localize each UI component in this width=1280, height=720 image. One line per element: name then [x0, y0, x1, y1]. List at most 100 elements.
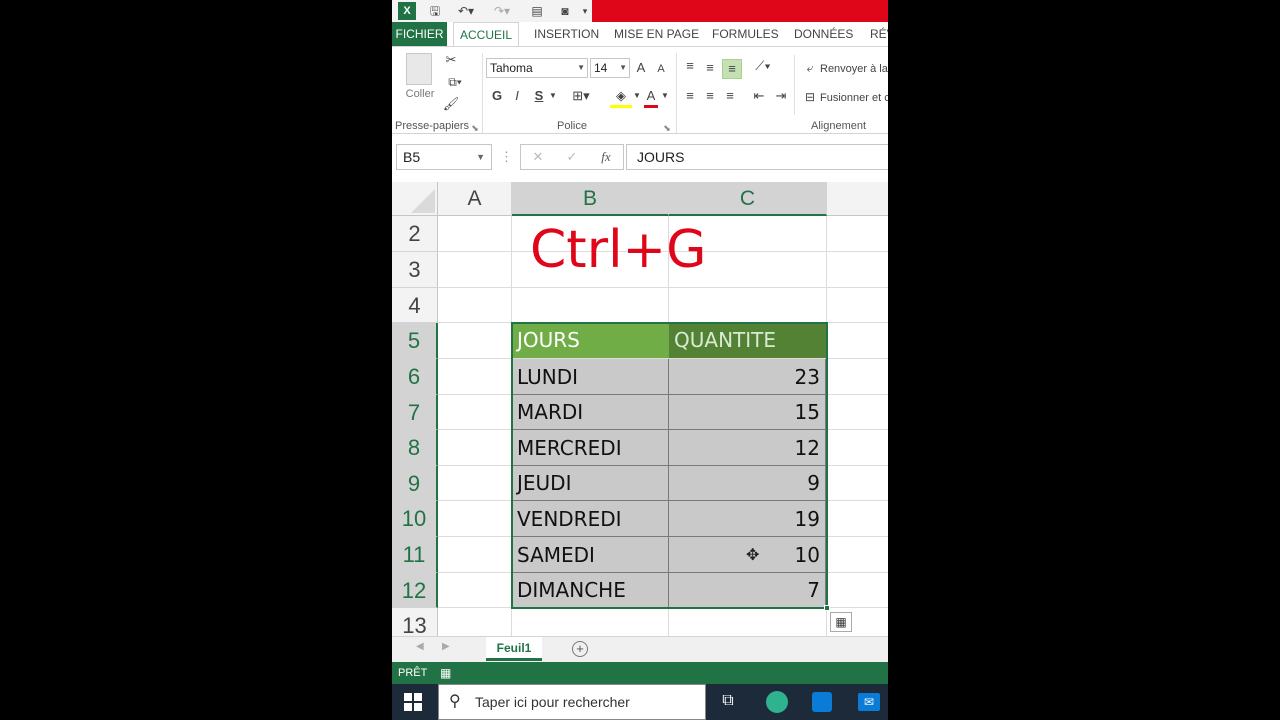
font-color-button[interactable]: A [644, 87, 658, 108]
tab-accueil[interactable]: ACCUEIL [453, 22, 519, 46]
align-top-icon[interactable]: ≡ [682, 57, 698, 75]
align-left-icon[interactable]: ≡ [682, 87, 698, 105]
increase-indent-icon[interactable]: ⇥ [772, 87, 790, 105]
column-header-d[interactable] [827, 182, 888, 216]
row-header[interactable]: 12 [392, 573, 438, 608]
store-icon[interactable] [812, 692, 832, 712]
row-header[interactable]: 10 [392, 501, 438, 537]
table-header-cell[interactable]: QUANTITE [669, 323, 826, 358]
row-header[interactable]: 11 [392, 537, 438, 573]
redo-icon[interactable]: ↷▾ [490, 2, 514, 20]
italic-button[interactable]: I [510, 87, 524, 105]
chevron-down-icon[interactable]: ▼ [632, 87, 642, 105]
worksheet-grid[interactable]: A B C 2 3 4 5 6 7 8 9 10 11 12 13 Ctrl+G [392, 182, 888, 636]
cut-icon[interactable]: ✂ [442, 51, 460, 69]
formula-buttons: ✕ ✓ fx [520, 144, 624, 170]
form-icon[interactable]: ▤ [528, 2, 546, 20]
wrap-text-button[interactable]: Renvoyer à la [820, 60, 888, 78]
table-cell-qty[interactable]: 15 [669, 395, 826, 430]
merge-center-button[interactable]: Fusionner et c [820, 89, 888, 107]
name-box[interactable]: B5 ▼ [396, 144, 492, 170]
paste-icon[interactable] [406, 53, 432, 85]
insert-function-icon[interactable]: fx [597, 148, 615, 166]
chevron-down-icon: ▼ [619, 63, 627, 72]
fill-handle[interactable] [824, 605, 830, 611]
row-header[interactable]: 4 [392, 288, 438, 323]
tab-donnees[interactable]: DONNÉES [794, 22, 853, 46]
sheet-tab-feuil1[interactable]: Feuil1 [486, 637, 542, 661]
camera-icon[interactable]: ◙ [556, 2, 574, 20]
font-group-label: Police [557, 120, 587, 132]
chevron-down-icon[interactable]: ▼ [660, 87, 670, 105]
task-view-icon[interactable]: ⧉ [718, 692, 738, 712]
row-header[interactable]: 8 [392, 430, 438, 466]
ribbon-separator [676, 53, 677, 133]
grow-font-button[interactable]: A [634, 59, 648, 77]
copy-icon[interactable]: ⧉▾ [442, 73, 468, 91]
align-center-icon[interactable]: ≡ [702, 87, 718, 105]
font-name-combo[interactable]: Tahoma ▼ [486, 58, 588, 78]
bold-button[interactable]: G [490, 87, 504, 105]
table-cell-day[interactable]: LUNDI [512, 359, 669, 395]
wrap-text-icon[interactable]: ⤶ [802, 59, 818, 77]
orientation-icon[interactable]: ⟋▾ [750, 57, 776, 75]
quick-analysis-icon[interactable]: ▦ [830, 612, 852, 632]
column-header-a[interactable]: A [438, 182, 512, 216]
tab-mise-en-page[interactable]: MISE EN PAGE [614, 22, 699, 46]
table-cell-day[interactable]: VENDREDI [512, 501, 669, 537]
font-size-combo[interactable]: 14 ▼ [590, 58, 630, 78]
row-header[interactable]: 6 [392, 359, 438, 395]
undo-icon[interactable]: ↶▾ [454, 2, 478, 20]
table-cell-day[interactable]: JEUDI [512, 466, 669, 501]
chevron-down-icon[interactable]: ▼ [548, 87, 558, 105]
macro-record-icon[interactable]: ▦ [440, 662, 451, 684]
table-cell-day[interactable]: DIMANCHE [512, 573, 669, 608]
paste-button[interactable]: Coller [402, 85, 438, 103]
customize-qat-icon[interactable]: ▾ [580, 2, 590, 20]
shrink-font-button[interactable]: A [654, 60, 668, 78]
save-icon[interactable]: 🖫 [426, 2, 444, 20]
taskbar-search-input[interactable]: ⚲ Taper ici pour rechercher [438, 684, 706, 720]
table-cell-qty[interactable]: 9 [669, 466, 826, 501]
borders-icon[interactable]: ⊞▾ [568, 87, 594, 105]
cancel-icon[interactable]: ✕ [531, 148, 545, 166]
fill-color-icon[interactable]: ◈ [610, 87, 632, 108]
formula-input[interactable]: JOURS [626, 144, 888, 170]
table-cell-qty[interactable]: 23 [669, 359, 826, 395]
tab-fichier[interactable]: FICHIER [392, 22, 447, 46]
row-header[interactable]: 2 [392, 216, 438, 252]
align-bottom-icon[interactable]: ≡ [722, 59, 742, 79]
windows-start-icon[interactable] [404, 693, 422, 711]
tab-formules[interactable]: FORMULES [712, 22, 779, 46]
edge-icon[interactable] [766, 691, 788, 713]
align-middle-icon[interactable]: ≡ [702, 59, 718, 77]
row-header[interactable]: 7 [392, 395, 438, 430]
mail-icon[interactable]: ✉ [858, 693, 880, 711]
prev-sheet-icon[interactable]: ◀ [416, 641, 424, 652]
table-header-cell[interactable]: JOURS [512, 323, 669, 358]
row-header[interactable]: 13 [392, 608, 438, 636]
column-header-c[interactable]: C [669, 182, 827, 216]
merge-icon[interactable]: ⊟ [802, 88, 818, 106]
chevron-down-icon: ▼ [577, 63, 585, 72]
table-cell-qty[interactable]: 12 [669, 430, 826, 466]
table-cell-day[interactable]: SAMEDI [512, 537, 669, 573]
align-right-icon[interactable]: ≡ [722, 87, 738, 105]
add-sheet-icon[interactable]: + [572, 641, 588, 657]
decrease-indent-icon[interactable]: ⇤ [750, 87, 768, 105]
column-header-b[interactable]: B [512, 182, 669, 216]
row-header[interactable]: 3 [392, 252, 438, 288]
format-painter-icon[interactable]: 🖌 [442, 95, 460, 113]
next-sheet-icon[interactable]: ▶ [442, 641, 450, 652]
underline-button[interactable]: S [532, 87, 546, 105]
table-cell-day[interactable]: MERCREDI [512, 430, 669, 466]
row-header[interactable]: 5 [392, 323, 438, 359]
table-cell-day[interactable]: MARDI [512, 395, 669, 430]
row-header[interactable]: 9 [392, 466, 438, 501]
enter-icon[interactable]: ✓ [565, 148, 579, 166]
select-all-button[interactable] [392, 182, 438, 216]
tab-insertion[interactable]: INSERTION [534, 22, 599, 46]
tab-revision[interactable]: RÉV [870, 22, 888, 46]
table-cell-qty[interactable]: 7 [669, 573, 826, 608]
table-cell-qty[interactable]: 19 [669, 501, 826, 537]
